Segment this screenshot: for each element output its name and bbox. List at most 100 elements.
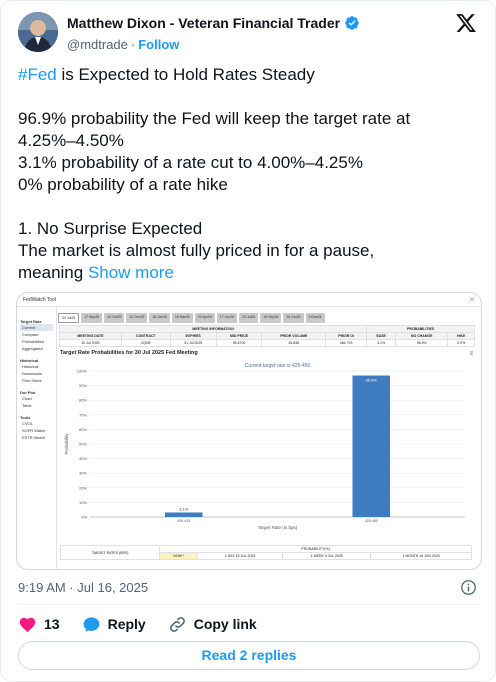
meeting-tab: 29 Jul26 (239, 313, 259, 323)
y-tick-label: 20% (79, 485, 87, 490)
x-logo-icon[interactable] (455, 12, 477, 34)
follow-button[interactable]: Follow (138, 37, 179, 52)
meeting-tabs: 30 Jul25 17 Sep25 29 Oct25 10 Dec25 28 J… (58, 313, 325, 323)
column-header: CONTRACT (120, 332, 171, 340)
bar-data-label: 3.1% (179, 506, 189, 511)
bar-data-label: 96.9% (366, 378, 378, 383)
table-cell: 30 Jul 2025 (59, 339, 122, 347)
sidebar-item: SOFR Watch (22, 428, 46, 433)
column-header: MID PRICE (215, 332, 263, 340)
like-count: 13 (44, 616, 60, 632)
sidebar-item: Table (22, 403, 32, 408)
table-row: 30 Jul 2025 ZQN5 31 Jul 2025 95.6700 46,… (59, 339, 475, 347)
bar (165, 512, 203, 517)
like-button[interactable]: 13 (18, 615, 60, 634)
column-header: EXPIRES (169, 332, 217, 340)
target-rates-header: TARGET RATES (BPS) (59, 545, 161, 560)
meeting-tab: 9 Dec26 (305, 313, 325, 323)
heart-icon (19, 617, 36, 632)
meeting-tab: 10 Dec25 (126, 313, 148, 323)
probability-header: PROBABILITY(%) (159, 545, 472, 553)
probability-history-table: TARGET RATES (BPS) PROBABILITY(%) NOW * … (59, 545, 472, 560)
verified-badge-icon (345, 16, 359, 30)
tweet-line: The market is almost fully priced in for… (18, 241, 375, 260)
tweet-line: 0% probability of a rate hike (18, 175, 228, 194)
column-header: HIKE (447, 332, 475, 340)
meeting-tab: 30 Jul25 (58, 313, 80, 323)
copy-link-button[interactable]: Copy link (168, 615, 257, 634)
hashtag-link[interactable]: #Fed (18, 65, 57, 84)
sidebar-item: Current (20, 324, 53, 331)
show-more-link[interactable]: Show more (88, 263, 174, 282)
meeting-tab: 17 Jun26 (216, 313, 238, 323)
table-cell: 46,838 (261, 339, 327, 347)
sidebar-item: Downloads (22, 371, 42, 376)
sidebar-item: Aggregated (22, 346, 43, 351)
meeting-tab: 18 Mar26 (171, 313, 193, 323)
meeting-tab: 29 Oct25 (104, 313, 125, 323)
y-tick-label: 10% (79, 500, 87, 505)
sidebar-item: Probabilities (22, 339, 44, 344)
close-icon: ✕ (469, 297, 475, 304)
tweet-line: 96.9% probability the Fed will keep the … (18, 109, 411, 128)
read-replies-button[interactable]: Read 2 replies (18, 641, 480, 670)
tweet-card: Matthew Dixon - Veteran Financial Trader… (0, 0, 496, 682)
author-handle[interactable]: @mdtrade (67, 37, 128, 52)
y-tick-label: 60% (79, 427, 87, 432)
info-icon[interactable] (460, 579, 477, 596)
column-header: PRIOR VOLUME (261, 332, 327, 340)
attached-screenshot[interactable]: FedWatch Tool ✕ Target Rate Current Comp… (16, 292, 482, 570)
sidebar-item: ESTR Watch (22, 435, 45, 440)
link-icon (169, 616, 185, 632)
history-column-header: 1 MONTH 16 JUN 2025 (370, 552, 472, 560)
meeting-tab: 17 Sep25 (81, 313, 103, 323)
column-header: NO CHANGE (395, 332, 449, 340)
table-cell: 31 Jul 2025 (169, 339, 217, 347)
table-cell: ZQN5 (120, 339, 171, 347)
fedwatch-app-title: FedWatch Tool (23, 297, 57, 303)
meeting-tab: 16 Sep26 (260, 313, 282, 323)
meeting-info-table: MEETING INFORMATION PROBABILITIES MEETIN… (58, 325, 475, 347)
tweet-timestamp[interactable]: 9:19 AM · Jul 16, 2025 (18, 580, 148, 595)
history-column-header: 1 WEEK 9 JUL 2025 (281, 552, 372, 560)
table-cell: 484,793 (325, 339, 368, 347)
table-cell: 0.0% (447, 339, 475, 347)
meeting-tab: 29 Apr26 (194, 313, 215, 323)
sidebar-item: Prior Hikes (22, 378, 42, 383)
author-handle-row: @mdtrade · Follow (67, 37, 179, 52)
meeting-tab: 28 Oct26 (283, 313, 304, 323)
tweet-last-line: meaning Show more (18, 262, 483, 284)
action-bar: 13 Reply Copy link (18, 614, 279, 634)
tweet-title-text: is Expected to Hold Rates Steady (56, 65, 315, 84)
tweet-line: 1. No Surprise Expected (18, 219, 203, 238)
table-cell: 3.1% (366, 339, 397, 347)
fedwatch-sidebar: Target Rate Current Compare Probabilitie… (17, 307, 57, 569)
y-axis-label: Probability (64, 433, 69, 455)
meeting-info-group-header: MEETING INFORMATION (58, 325, 368, 333)
y-tick-label: 50% (79, 442, 87, 447)
y-tick-label: 70% (79, 412, 87, 417)
reply-label: Reply (107, 616, 146, 632)
copy-link-label: Copy link (193, 616, 257, 632)
x-axis-label: Target Rate (in bps) (258, 525, 298, 530)
y-tick-label: 100% (77, 369, 88, 374)
x-tick-label: 400-425 (177, 519, 190, 523)
sidebar-item: Chart (22, 396, 32, 401)
chart-heading: Target Rate Probabilities for 30 Jul 202… (60, 350, 198, 356)
y-tick-label: 0% (81, 515, 87, 520)
probability-bar-chart: Current target rate is 425-450 0% 10% 20% 30… (64, 363, 465, 530)
tweet-line: 3.1% probability of a rate cut to 4.00%–… (18, 153, 363, 172)
sidebar-item: Compare (22, 332, 39, 337)
x-tick-label: 425-450 (365, 519, 378, 523)
table-cell: 95.6700 (215, 339, 263, 347)
author-name[interactable]: Matthew Dixon - Veteran Financial Trader (67, 15, 340, 31)
divider (18, 604, 480, 605)
sidebar-item: Historical (22, 364, 39, 369)
author-name-row: Matthew Dixon - Veteran Financial Trader (67, 15, 360, 31)
y-tick-label: 90% (79, 383, 87, 388)
y-tick-label: 40% (79, 456, 87, 461)
avatar[interactable] (18, 12, 58, 52)
reply-button[interactable]: Reply (82, 615, 146, 634)
bar (352, 375, 390, 517)
